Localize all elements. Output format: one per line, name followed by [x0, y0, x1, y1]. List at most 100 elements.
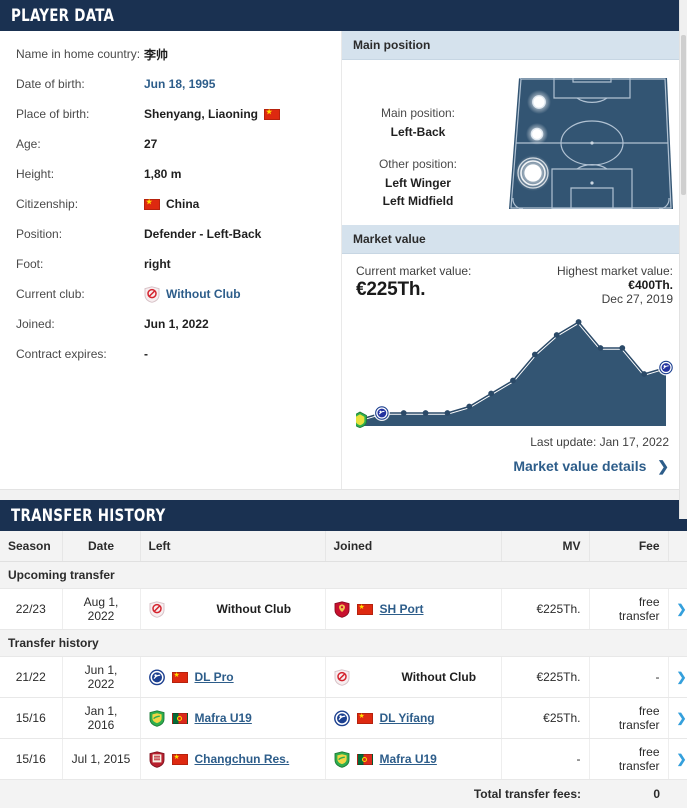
row-place-of-birth: Place of birth: Shenyang, Liaoning	[0, 99, 341, 129]
cell-fee: free transfer	[589, 588, 669, 630]
highest-market-value-caption: Highest market value:	[556, 264, 673, 278]
page-scrollbar[interactable]	[679, 0, 687, 519]
table-row[interactable]: 15/16Jan 1, 2016 Mafra U19 DL Yifang €25T…	[0, 697, 687, 739]
chart-data-point[interactable]	[619, 345, 626, 351]
cell-joined-club: Mafra U19	[325, 738, 502, 780]
value-height: 1,80 m	[144, 167, 182, 181]
column-header-date[interactable]: Date	[62, 531, 141, 562]
label-place-of-birth: Place of birth:	[16, 107, 90, 121]
club-link[interactable]: SH Port	[380, 602, 424, 616]
label-citizenship: Citizenship:	[16, 197, 79, 211]
club-link[interactable]: Mafra U19	[195, 711, 252, 725]
market-value-chart[interactable]	[353, 312, 674, 430]
chart-data-point[interactable]	[553, 332, 560, 338]
club-link[interactable]: DL Pro	[195, 670, 234, 684]
chart-data-point[interactable]	[510, 377, 516, 384]
cell-fee: free transfer	[589, 738, 669, 780]
row-age: Age: 27	[0, 129, 341, 159]
row-name-home-country: Name in home country: 李帅	[0, 39, 341, 69]
china-flag-icon	[356, 711, 373, 724]
cell-market-value: €25Th.	[501, 697, 590, 739]
transfer-history-title: TRANSFER HISTORY	[11, 505, 166, 526]
market-value-body: Current market value: €225Th. Highest ma…	[342, 254, 687, 489]
chart-club-badge-green[interactable]	[353, 411, 367, 429]
current-market-value-block: Current market value: €225Th.	[356, 264, 471, 306]
chart-data-point[interactable]	[444, 410, 451, 416]
row-joined: Joined: Jun 1, 2022	[0, 309, 341, 339]
column-header-season[interactable]: Season	[0, 531, 63, 562]
chart-data-point[interactable]	[400, 410, 407, 416]
other-position-value-1: Left Winger	[385, 175, 451, 190]
cell-market-value: -	[501, 738, 590, 780]
chart-club-badge-blue[interactable]	[373, 405, 390, 421]
transfer-group-row: Transfer history	[0, 629, 687, 657]
current-market-value-caption: Current market value:	[356, 264, 472, 278]
cell-left-club: Without Club	[140, 588, 326, 630]
player-data-body: Name in home country: 李帅 Date of birth: …	[0, 0, 687, 519]
total-row-spacer	[668, 779, 687, 808]
cell-fee: -	[589, 656, 669, 698]
transfer-history-header: TRANSFER HISTORY	[0, 500, 687, 531]
chart-data-point[interactable]	[641, 371, 648, 377]
position-marker-left-midfield	[525, 123, 548, 145]
current-club-link[interactable]: Without Club	[166, 287, 241, 301]
chart-data-point[interactable]	[488, 390, 495, 397]
table-row[interactable]: 22/23Aug 1, 2022 Without Club SH Port €22…	[0, 588, 687, 630]
label-name-home-country: Name in home country:	[16, 47, 141, 61]
club-cell: Without Club	[149, 600, 317, 618]
transfer-history-table: Season Date Left Joined MV Fee Upcoming …	[0, 531, 687, 808]
row-detail-chevron-icon[interactable]: ❯	[668, 738, 687, 780]
current-market-value: €225Th.	[356, 279, 426, 300]
cell-joined-club: SH Port	[325, 588, 502, 630]
row-detail-chevron-icon[interactable]: ❯	[668, 588, 687, 630]
row-citizenship: Citizenship: China	[0, 189, 341, 219]
cell-fee: free transfer	[589, 697, 669, 739]
china-flag-icon	[144, 197, 160, 210]
row-detail-chevron-icon[interactable]: ❯	[668, 656, 687, 698]
cell-date: Aug 1, 2022	[62, 588, 141, 630]
club-link[interactable]: Changchun Res.	[195, 752, 290, 766]
club-cell: SH Port	[334, 600, 493, 618]
mafra-crest-icon	[334, 750, 350, 768]
scrollbar-thumb[interactable]	[681, 35, 686, 195]
column-header-joined[interactable]: Joined	[325, 531, 502, 562]
table-row[interactable]: 15/16Jul 1, 2015 Changchun Res. Mafra U1…	[0, 738, 687, 780]
chart-data-point[interactable]	[597, 345, 604, 351]
value-date-of-birth[interactable]: Jun 18, 1995	[144, 77, 215, 91]
market-value-details-label: Market value details	[513, 458, 647, 474]
value-name-home-country: 李帅	[144, 47, 169, 62]
main-position-caption: Main position:	[380, 106, 456, 120]
market-value-header: Market value	[342, 225, 687, 254]
chart-club-badge-blue[interactable]	[658, 359, 674, 376]
club-cell: DL Pro	[148, 668, 317, 686]
value-foot: right	[144, 257, 171, 271]
column-header-fee[interactable]: Fee	[589, 531, 669, 562]
table-row[interactable]: 21/22Jun 1, 2022 DL Pro Without Club €225…	[0, 656, 687, 698]
column-header-left[interactable]: Left	[140, 531, 326, 562]
chart-data-point[interactable]	[575, 319, 582, 325]
cell-left-club: DL Pro	[140, 656, 326, 698]
position-marker-left-winger	[526, 90, 551, 114]
chart-data-point[interactable]	[531, 351, 538, 358]
label-age: Age:	[16, 137, 41, 151]
label-joined: Joined:	[16, 317, 55, 331]
mafra-crest-icon	[149, 709, 165, 727]
without-club-crest-icon	[149, 600, 165, 618]
portugal-flag-icon	[356, 753, 373, 765]
market-value-details-link[interactable]: Market value details ❯	[356, 449, 673, 489]
chart-data-point[interactable]	[422, 410, 429, 416]
club-link[interactable]: Mafra U19	[380, 752, 437, 766]
chart-area	[360, 322, 666, 426]
chart-data-point[interactable]	[466, 403, 473, 410]
column-header-mv[interactable]: MV	[501, 531, 590, 562]
table-header-row: Season Date Left Joined MV Fee	[0, 531, 687, 562]
dl-pro-crest-icon	[333, 709, 350, 727]
row-detail-chevron-icon[interactable]: ❯	[668, 697, 687, 739]
portugal-flag-icon	[171, 712, 188, 724]
club-link[interactable]: DL Yifang	[380, 711, 435, 725]
main-position-value: Left-Back	[390, 124, 446, 139]
player-data-title: PLAYER DATA	[11, 5, 115, 26]
chevron-right-icon: ❯	[657, 458, 669, 474]
value-position: Defender - Left-Back	[144, 227, 262, 241]
total-transfer-fees-label: Total transfer fees:	[0, 779, 589, 808]
